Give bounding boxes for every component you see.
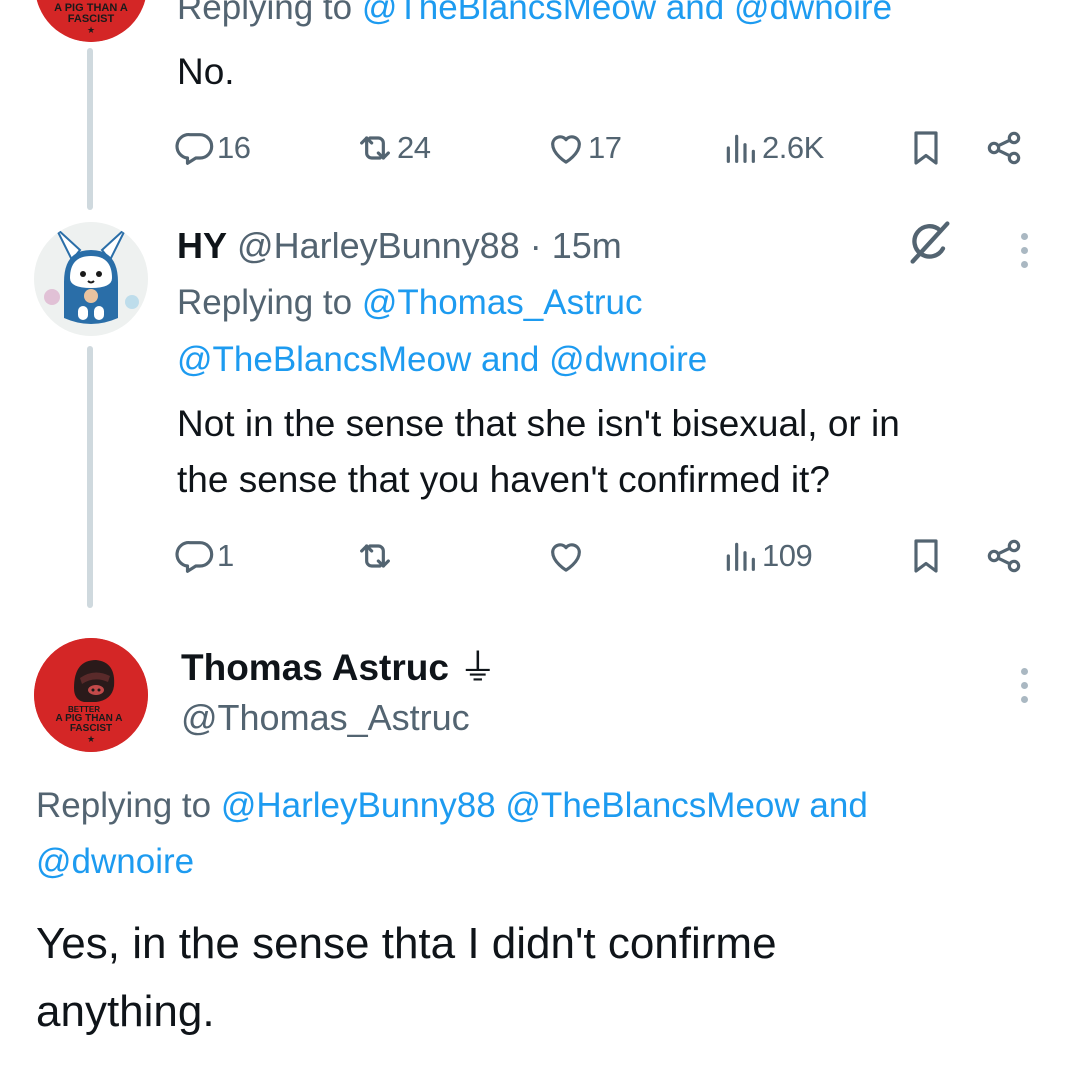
grok-button[interactable] bbox=[904, 216, 956, 268]
bookmark-icon bbox=[914, 131, 938, 165]
like-count: 17 bbox=[588, 130, 622, 165]
tweet-text-line-1: Yes, in the sense thta I didn't confirme bbox=[36, 919, 777, 968]
bookmark-button[interactable] bbox=[906, 526, 946, 586]
timestamp[interactable]: 15m bbox=[552, 225, 622, 266]
views-count: 109 bbox=[762, 538, 813, 573]
replying-prefix: Replying to bbox=[36, 786, 212, 825]
share-icon bbox=[987, 131, 1021, 165]
views-count: 2.6K bbox=[762, 130, 824, 165]
repost-count: 24 bbox=[397, 130, 431, 165]
reply-button[interactable]: 16 bbox=[175, 118, 251, 178]
replying-handles-2[interactable]: @dwnoire bbox=[36, 834, 194, 890]
handle[interactable]: @HarleyBunny88 bbox=[237, 225, 520, 266]
more-button[interactable] bbox=[1014, 668, 1034, 703]
avatar-thomas-astruc[interactable]: BETTER A PIG THAN A FASCIST ★ bbox=[34, 638, 148, 752]
views-icon bbox=[726, 542, 755, 571]
replying-handles-2[interactable]: @TheBlancsMeow and @dwnoire bbox=[177, 332, 707, 388]
svg-text:★: ★ bbox=[87, 735, 95, 745]
pig-logo-icon: BETTER A PIG THAN A FASCIST ★ bbox=[34, 638, 148, 752]
svg-text:★: ★ bbox=[87, 26, 95, 36]
avatar-harley-bunny[interactable] bbox=[34, 222, 148, 336]
like-button[interactable]: 17 bbox=[546, 118, 622, 178]
heart-icon bbox=[551, 543, 581, 572]
more-icon bbox=[1020, 233, 1028, 240]
reply-icon bbox=[175, 541, 214, 573]
reply-count: 1 bbox=[217, 538, 234, 573]
reply-count: 16 bbox=[217, 130, 251, 165]
views-button[interactable]: 2.6K bbox=[720, 118, 824, 178]
share-button[interactable] bbox=[984, 118, 1024, 178]
tweet-text-line-1: Not in the sense that she isn't bisexual… bbox=[177, 403, 900, 444]
separator: · bbox=[529, 225, 542, 266]
views-icon bbox=[726, 134, 755, 163]
reply-icon bbox=[175, 133, 214, 165]
replying-prefix: Replying to bbox=[177, 0, 353, 27]
author-name[interactable]: Thomas Astruc ⏚ bbox=[181, 640, 496, 696]
repost-button[interactable]: 24 bbox=[355, 118, 431, 178]
replying-to: Replying to @HarleyBunny88 @TheBlancsMeo… bbox=[36, 778, 868, 834]
repost-button[interactable] bbox=[355, 526, 397, 586]
name-emoji: ⏚ bbox=[459, 646, 497, 689]
tweet-text-line-2: the sense that you haven't confirmed it? bbox=[177, 459, 830, 500]
tweet-text-line-2: anything. bbox=[36, 987, 215, 1036]
repost-icon bbox=[360, 136, 390, 160]
bookmark-icon bbox=[914, 539, 938, 573]
replying-handles[interactable]: @TheBlancsMeow and @dwnoire bbox=[362, 0, 892, 27]
avatar-thomas-astruc[interactable]: A PIG THAN A FASCIST ★ bbox=[35, 0, 147, 42]
replying-prefix: Replying to bbox=[177, 283, 353, 322]
repost-icon bbox=[360, 544, 390, 568]
share-icon bbox=[987, 539, 1021, 573]
handle[interactable]: @Thomas_Astruc bbox=[181, 690, 470, 746]
thread-line bbox=[87, 48, 93, 210]
bookmark-button[interactable] bbox=[906, 118, 946, 178]
replying-handle-1[interactable]: @Thomas_Astruc bbox=[362, 283, 643, 322]
tweet-header: HY @HarleyBunny88 · 15m bbox=[177, 218, 622, 274]
reply-button[interactable]: 1 bbox=[175, 526, 234, 586]
tweet-actions: 1 109 bbox=[0, 526, 1080, 586]
heart-icon bbox=[551, 135, 581, 164]
more-icon bbox=[1020, 668, 1028, 675]
replying-to: Replying to @Thomas_Astruc bbox=[177, 275, 642, 331]
like-button[interactable] bbox=[546, 526, 588, 586]
svg-text:FASCIST: FASCIST bbox=[68, 13, 115, 25]
share-button[interactable] bbox=[984, 526, 1024, 586]
more-button[interactable] bbox=[1014, 233, 1034, 268]
svg-text:FASCIST: FASCIST bbox=[70, 723, 112, 734]
thread-line bbox=[87, 346, 93, 608]
display-name[interactable]: HY bbox=[177, 225, 227, 266]
grok-icon bbox=[910, 221, 950, 264]
replying-to: Replying to @TheBlancsMeow and @dwnoire bbox=[177, 0, 892, 36]
bunny-avatar-icon bbox=[34, 222, 148, 336]
tweet-text: No. bbox=[177, 51, 235, 92]
replying-handles-1[interactable]: @HarleyBunny88 @TheBlancsMeow and bbox=[221, 786, 868, 825]
display-name: Thomas Astruc bbox=[181, 647, 449, 688]
tweet-actions: 16 24 17 2.6K bbox=[0, 118, 1080, 178]
pig-logo-icon: A PIG THAN A FASCIST ★ bbox=[36, 0, 146, 42]
views-button[interactable]: 109 bbox=[720, 526, 813, 586]
